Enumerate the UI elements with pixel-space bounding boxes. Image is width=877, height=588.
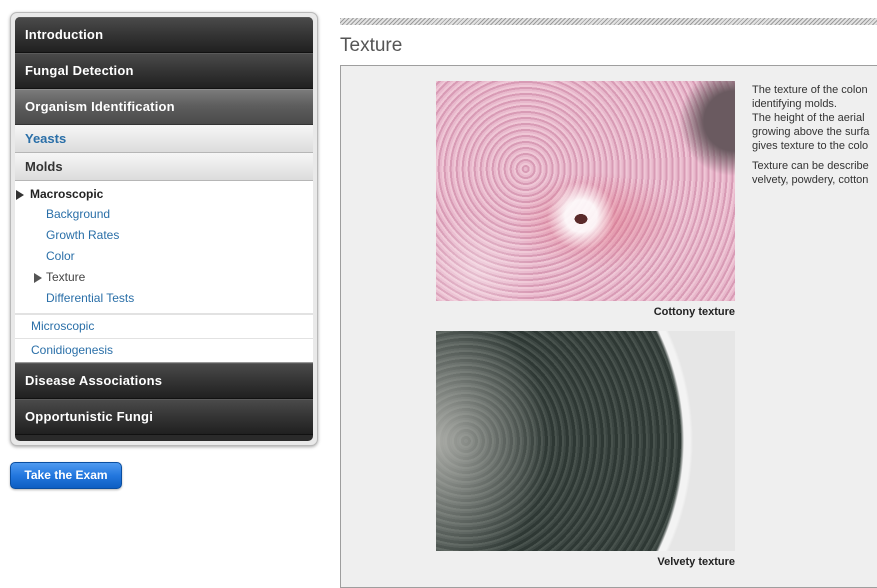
molds-submenu: Macroscopic Background Growth Rates Colo…: [15, 181, 313, 363]
nav-molds[interactable]: Molds: [15, 153, 313, 181]
nav-macroscopic[interactable]: Macroscopic: [15, 185, 313, 204]
nav-differential-tests[interactable]: Differential Tests: [15, 288, 313, 309]
cottony-caption: Cottony texture: [653, 306, 735, 318]
description-paragraph-1: The texture of the colon identifying mol…: [752, 83, 877, 153]
nav-background[interactable]: Background: [15, 204, 313, 225]
text-line: identifying molds.: [752, 98, 837, 110]
nav-macroscopic-label: Macroscopic: [30, 187, 104, 201]
take-exam-button[interactable]: Take the Exam: [10, 462, 122, 489]
description-text: The texture of the colon identifying mol…: [752, 83, 877, 193]
content-panel: Cottony texture Velvety texture The text…: [340, 65, 877, 588]
text-line: velvety, powdery, cotton: [752, 174, 869, 186]
nav-conidiogenesis[interactable]: Conidiogenesis: [15, 338, 313, 363]
velvety-texture-image: [436, 331, 735, 551]
nav-color[interactable]: Color: [15, 246, 313, 267]
nav-growth-rates[interactable]: Growth Rates: [15, 225, 313, 246]
text-line: growing above the surfa: [752, 126, 870, 138]
nav-disease-associations[interactable]: Disease Associations: [15, 363, 313, 399]
nav-yeasts[interactable]: Yeasts: [15, 125, 313, 153]
expanded-arrow-icon: [16, 190, 24, 200]
velvety-caption: Velvety texture: [657, 556, 735, 568]
nav-opportunistic-fungi[interactable]: Opportunistic Fungi: [15, 399, 313, 435]
header-stripe: [340, 18, 877, 25]
text-line: Texture can be describe: [752, 160, 869, 172]
nav-texture-label: Texture: [46, 270, 86, 284]
nav-organism-identification[interactable]: Organism Identification: [15, 89, 313, 125]
nav-introduction[interactable]: Introduction: [15, 17, 313, 53]
text-line: The texture of the colon: [752, 84, 868, 96]
macroscopic-group: Macroscopic Background Growth Rates Colo…: [15, 181, 313, 314]
text-line: gives texture to the colo: [752, 140, 869, 152]
sidebar: Introduction Fungal Detection Organism I…: [10, 12, 318, 446]
current-page-arrow-icon: [34, 273, 42, 283]
cottony-texture-image: [436, 81, 735, 301]
text-line: The height of the aerial: [752, 112, 865, 124]
page-title: Texture: [340, 35, 403, 56]
nav-fungal-detection[interactable]: Fungal Detection: [15, 53, 313, 89]
sidebar-menu: Introduction Fungal Detection Organism I…: [15, 17, 313, 441]
nav-microscopic[interactable]: Microscopic: [15, 314, 313, 338]
nav-texture[interactable]: Texture: [15, 267, 313, 288]
description-paragraph-2: Texture can be describe velvety, powdery…: [752, 159, 877, 187]
